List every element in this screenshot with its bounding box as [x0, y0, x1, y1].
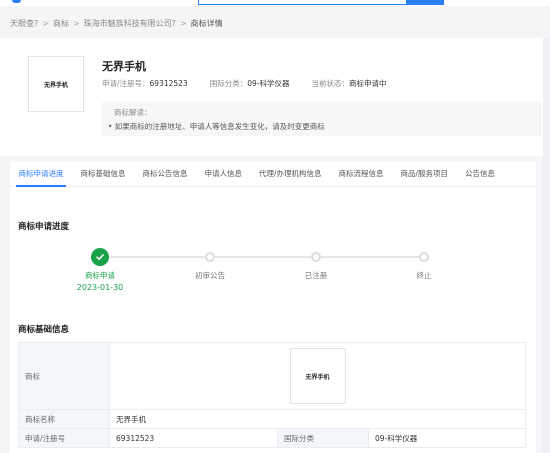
tab-applicant[interactable]: 申请人信息 [196, 162, 251, 186]
status-item: 当前状态：商标申请中 [311, 78, 386, 89]
step-applied: 商标申请 2023-01-30 [60, 243, 140, 292]
step-date: 2023-01-30 [76, 283, 124, 292]
search-button[interactable] [406, 0, 444, 5]
breadcrumb: 天眼查? > 商标 > 珠海市魅族科技有限公司? > 商标详情 [10, 16, 223, 30]
reg-no-label: 申请/注册号： [102, 79, 150, 88]
step-terminated: 终止 [384, 243, 464, 281]
step-node [419, 252, 429, 262]
class-label: 国际分类： [209, 79, 248, 88]
table-value: 无界手机 [109, 342, 526, 410]
step-label: 终止 [416, 271, 432, 280]
table-value: 09-科学仪器 [368, 428, 526, 448]
basic-info-table: 商标 无界手机 商标名称 无界手机 申请/注册号 69312523 国际分类 0… [18, 342, 526, 448]
scrollbar[interactable] [543, 38, 550, 453]
step-label: 初审公告 [195, 271, 225, 280]
trademark-image: 无界手机 [289, 348, 346, 404]
trademark-meta: 申请/注册号：69312523 国际分类：09-科学仪器 当前状态：商标申请中 [102, 78, 386, 89]
trademark-logo: 无界手机 [28, 56, 84, 112]
class-value: 09-科学仪器 [247, 79, 290, 88]
top-header [0, 0, 550, 6]
reg-no-value: 69312523 [149, 79, 188, 88]
table-value: 无界手机 [109, 409, 526, 429]
table-key: 商标名称 [18, 409, 110, 429]
reg-no-item: 申请/注册号：69312523 [102, 78, 188, 89]
trademark-name: 无界手机 [102, 60, 146, 73]
logo-icon [12, 0, 21, 3]
notice-box: 商标解读： • 如果商标的注册地址、申请人等信息发生变化，请及时变更商标 [102, 102, 542, 136]
check-icon [91, 248, 109, 266]
table-value: 69312523 [109, 428, 278, 448]
table-key: 国际分类 [277, 428, 369, 448]
status-label: 当前状态： [311, 79, 349, 88]
trademark-logo-text: 无界手机 [43, 81, 68, 89]
search-input[interactable] [198, 0, 408, 5]
breadcrumb-company[interactable]: 珠海市魅族科技有限公司? [84, 18, 176, 29]
detail-tabs: 商标申请进度 商标基础信息 商标公告信息 申请人信息 代理/办理机构信息 商标流… [10, 162, 536, 187]
notice-title: 商标解读： [114, 108, 152, 117]
progress-section-title: 商标申请进度 [18, 222, 70, 232]
notice-body: • 如果商标的注册地址、申请人等信息发生变化，请及时变更商标 [108, 122, 325, 131]
trademark-summary-card: 无界手机 无界手机 申请/注册号：69312523 国际分类：09-科学仪器 当… [0, 38, 550, 156]
chevron-right-icon: > [179, 18, 187, 28]
step-label: 商标申请 [85, 271, 115, 280]
progress-track [100, 256, 425, 258]
table-key: 申请/注册号 [18, 428, 110, 448]
table-row: 商标 无界手机 [18, 342, 526, 410]
trademark-image-text: 无界手机 [305, 373, 330, 381]
step-registered: 已注册 [276, 243, 356, 281]
tab-process[interactable]: 商标流程信息 [330, 162, 392, 186]
tab-progress[interactable]: 商标申请进度 [10, 162, 72, 187]
step-node [311, 252, 321, 262]
breadcrumb-current: 商标详情 [190, 18, 223, 28]
tab-announcement[interactable]: 商标公告信息 [134, 162, 196, 186]
tab-agency[interactable]: 代理/办理机构信息 [251, 162, 331, 186]
basic-section-title: 商标基础信息 [18, 325, 70, 335]
tab-goods-services[interactable]: 商品/服务项目 [392, 162, 457, 186]
tab-basic-info[interactable]: 商标基础信息 [72, 162, 134, 186]
progress-steps: 商标申请 2023-01-30 初审公告 已注册 终止 [10, 243, 536, 303]
step-label: 已注册 [304, 271, 328, 280]
class-item: 国际分类：09-科学仪器 [210, 78, 290, 89]
breadcrumb-home[interactable]: 天眼查? [10, 18, 38, 29]
table-key: 商标 [18, 342, 110, 410]
table-row: 商标名称 无界手机 [18, 409, 526, 429]
chevron-right-icon: > [42, 18, 49, 28]
step-preliminary: 初审公告 [170, 243, 250, 281]
breadcrumb-trademark[interactable]: 商标 [53, 18, 69, 29]
step-node [205, 252, 215, 262]
main-content: 商标申请进度 商标申请 2023-01-30 初审公告 已注册 终止 商标基础信… [10, 187, 536, 453]
status-badge: 商标申请中 [348, 79, 387, 88]
chevron-right-icon: > [72, 18, 80, 28]
table-row: 申请/注册号 69312523 国际分类 09-科学仪器 [18, 428, 526, 448]
tab-notices[interactable]: 公告信息 [457, 162, 504, 186]
